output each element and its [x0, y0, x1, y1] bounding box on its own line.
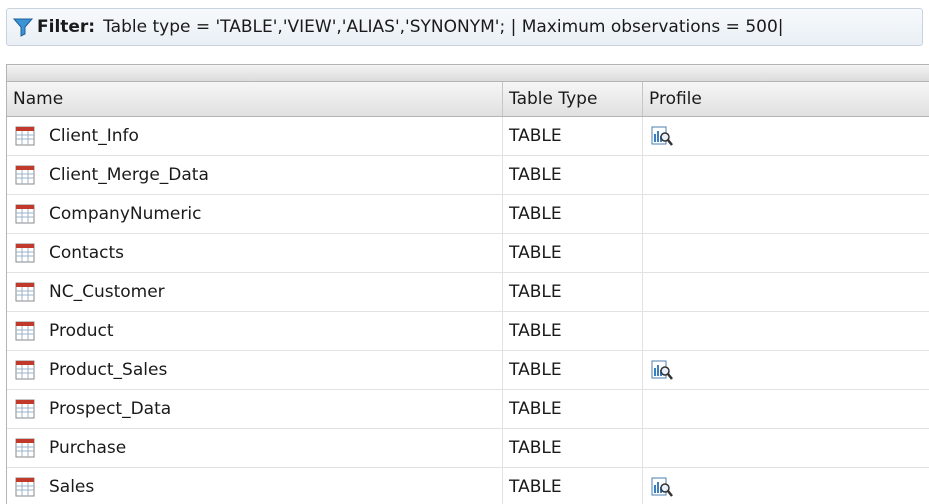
table-name: Product — [49, 321, 114, 341]
table-name: Product_Sales — [49, 360, 168, 380]
table-name: Purchase — [49, 438, 127, 458]
table-name: Client_Merge_Data — [49, 165, 209, 185]
column-header-name[interactable]: Name — [7, 82, 503, 116]
table-row[interactable]: NC_Customer TABLE — [7, 273, 929, 312]
table-type-cell: TABLE — [503, 273, 643, 311]
profile-cell — [643, 390, 929, 428]
profile-cell — [643, 273, 929, 311]
name-cell: Sales — [7, 468, 503, 504]
table-icon — [15, 438, 35, 458]
table-icon — [15, 399, 35, 419]
table-name: Sales — [49, 477, 95, 497]
table-row[interactable]: Client_Merge_Data TABLE — [7, 156, 929, 195]
name-cell: CompanyNumeric — [7, 195, 503, 233]
table-name: CompanyNumeric — [49, 204, 202, 224]
table-row[interactable]: Prospect_Data TABLE — [7, 390, 929, 429]
table-icon — [15, 243, 35, 263]
table-row[interactable]: Sales TABLE — [7, 468, 929, 504]
filter-expression: Table type = 'TABLE','VIEW','ALIAS','SYN… — [103, 17, 784, 37]
table-type-cell: TABLE — [503, 351, 643, 389]
table-icon — [15, 204, 35, 224]
column-header-profile[interactable]: Profile — [643, 82, 929, 116]
table-type-cell: TABLE — [503, 195, 643, 233]
table-row[interactable]: Client_Info TABLE — [7, 117, 929, 156]
name-cell: Client_Merge_Data — [7, 156, 503, 194]
table-icon — [15, 282, 35, 302]
table-row[interactable]: Product TABLE — [7, 312, 929, 351]
profile-cell — [643, 156, 929, 194]
grid-toolbar — [7, 65, 929, 82]
table-icon — [15, 360, 35, 380]
name-cell: Contacts — [7, 234, 503, 272]
name-cell: Purchase — [7, 429, 503, 467]
grid-header: Name Table Type Profile — [7, 82, 929, 117]
profile-report-icon[interactable] — [651, 476, 673, 498]
table-type-cell: TABLE — [503, 312, 643, 350]
table-name: Contacts — [49, 243, 124, 263]
funnel-icon — [12, 17, 34, 37]
profile-cell — [643, 312, 929, 350]
table-type-cell: TABLE — [503, 468, 643, 504]
table-name: NC_Customer — [49, 282, 165, 302]
table-icon — [15, 477, 35, 497]
profile-cell — [643, 351, 929, 389]
table-type-cell: TABLE — [503, 390, 643, 428]
profile-cell — [643, 195, 929, 233]
table-type-cell: TABLE — [503, 234, 643, 272]
name-cell: Client_Info — [7, 117, 503, 155]
grid-body: Client_Info TABLE Client_Merge_Data TABL… — [7, 117, 929, 504]
profile-cell — [643, 234, 929, 272]
profile-report-icon[interactable] — [651, 359, 673, 381]
filter-label: Filter: — [37, 17, 96, 37]
table-name: Client_Info — [49, 126, 139, 146]
filter-bar[interactable]: Filter: Table type = 'TABLE','VIEW','ALI… — [6, 8, 923, 46]
profile-cell — [643, 429, 929, 467]
name-cell: Product_Sales — [7, 351, 503, 389]
table-icon — [15, 126, 35, 146]
table-name: Prospect_Data — [49, 399, 172, 419]
profile-cell — [643, 468, 929, 504]
column-header-table-type[interactable]: Table Type — [503, 82, 643, 116]
table-type-cell: TABLE — [503, 117, 643, 155]
table-row[interactable]: Purchase TABLE — [7, 429, 929, 468]
table-type-cell: TABLE — [503, 429, 643, 467]
table-type-cell: TABLE — [503, 156, 643, 194]
table-icon — [15, 321, 35, 341]
table-row[interactable]: Product_Sales TABLE — [7, 351, 929, 390]
profile-cell — [643, 117, 929, 155]
table-icon — [15, 165, 35, 185]
name-cell: Prospect_Data — [7, 390, 503, 428]
table-row[interactable]: CompanyNumeric TABLE — [7, 195, 929, 234]
name-cell: NC_Customer — [7, 273, 503, 311]
table-row[interactable]: Contacts TABLE — [7, 234, 929, 273]
tables-grid: Name Table Type Profile Client_Info TABL… — [6, 64, 929, 504]
profile-report-icon[interactable] — [651, 125, 673, 147]
name-cell: Product — [7, 312, 503, 350]
